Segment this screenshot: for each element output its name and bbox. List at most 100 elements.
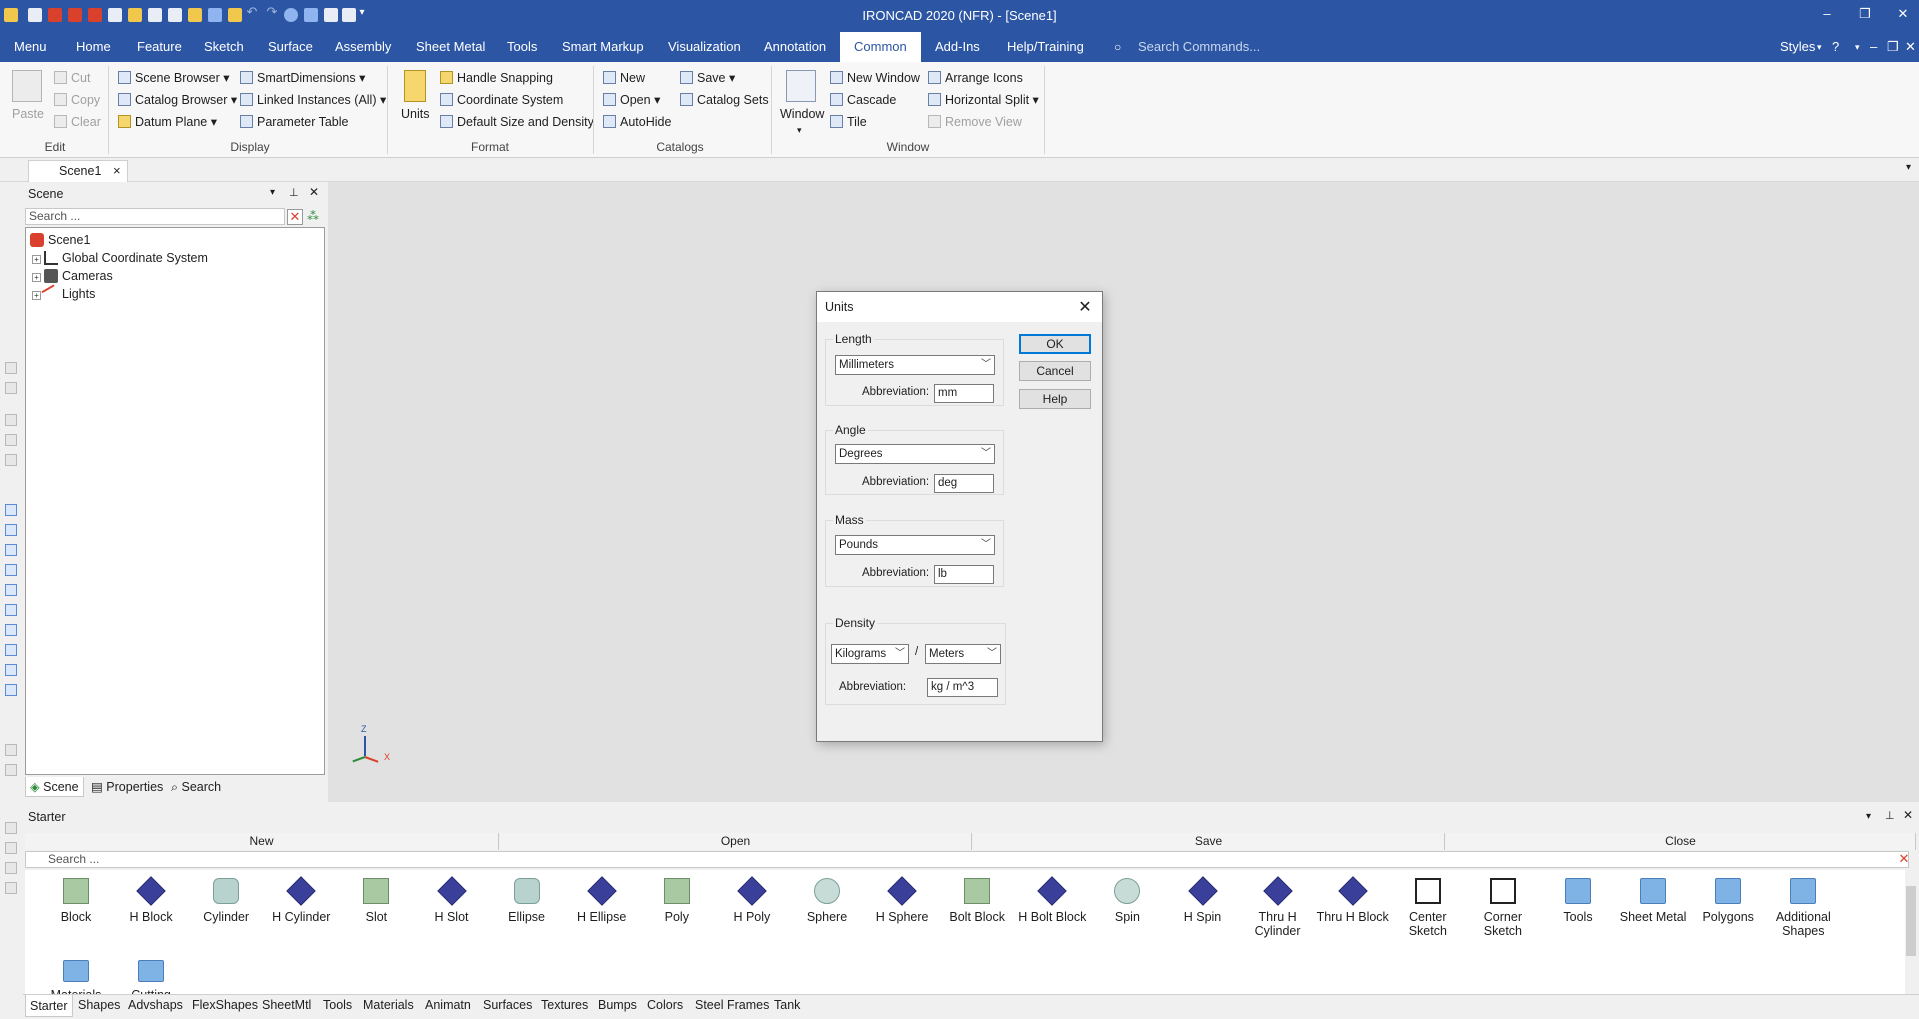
mass-unit-dropdown[interactable]: Pounds ﹀ bbox=[835, 535, 995, 555]
view-icon-4[interactable] bbox=[5, 564, 17, 576]
catalog-clear-search-icon[interactable]: ✕ bbox=[1896, 852, 1912, 868]
view-icon-7[interactable] bbox=[5, 624, 17, 636]
tree-item-lights[interactable]: + Lights bbox=[32, 284, 95, 304]
default-size-density-button[interactable]: Default Size and Density bbox=[440, 112, 594, 132]
units-button[interactable]: Units bbox=[401, 104, 429, 124]
catalog-tab-steel-frames[interactable]: Steel Frames bbox=[695, 998, 769, 1012]
catalog-browser-button[interactable]: Catalog Browser ▾ bbox=[118, 90, 237, 110]
paste-icon[interactable] bbox=[12, 70, 42, 102]
dialog-close-icon[interactable]: ✕ bbox=[1076, 297, 1094, 317]
catalog-tab-sheetmtl[interactable]: SheetMtl bbox=[262, 998, 311, 1012]
catalog-item-h-spin[interactable]: H Spin bbox=[1166, 876, 1240, 924]
catalog-item-center-sketch[interactable]: Center Sketch bbox=[1391, 878, 1465, 938]
remove-view-button[interactable]: Remove View bbox=[928, 112, 1022, 132]
restore-icon[interactable]: – bbox=[1868, 32, 1879, 62]
measure-icon[interactable] bbox=[5, 744, 17, 756]
datum-plane-button[interactable]: Datum Plane ▾ bbox=[118, 112, 217, 132]
catalog-item-ellipse[interactable]: Ellipse bbox=[490, 878, 564, 924]
sketch-arc-icon[interactable] bbox=[5, 842, 17, 854]
catalog-item-sheet-metal[interactable]: Sheet Metal bbox=[1616, 878, 1690, 924]
length-abbreviation-input[interactable]: mm bbox=[934, 384, 994, 403]
panel-tab-properties[interactable]: ▤ Properties bbox=[91, 777, 163, 797]
handle-snapping-button[interactable]: Handle Snapping bbox=[440, 68, 553, 88]
tab-visualization[interactable]: Visualization bbox=[666, 32, 743, 62]
catalog-item-thru-h-cylinder[interactable]: Thru H Cylinder bbox=[1241, 876, 1315, 938]
styles-dropdown-icon[interactable]: ▾ bbox=[1815, 32, 1824, 62]
arrange-icons-button[interactable]: Arrange Icons bbox=[928, 68, 1023, 88]
catalog-tab-animatn[interactable]: Animatn bbox=[425, 998, 471, 1012]
tool-icon-3[interactable] bbox=[5, 414, 17, 426]
tab-sheet-metal[interactable]: Sheet Metal bbox=[414, 32, 487, 62]
catalog-tab-materials[interactable]: Materials bbox=[363, 998, 414, 1012]
tab-surface[interactable]: Surface bbox=[266, 32, 315, 62]
catalog-item-poly[interactable]: Poly bbox=[640, 878, 714, 924]
catalog-item-block[interactable]: Block bbox=[39, 878, 113, 924]
catalog-item-h-slot[interactable]: H Slot bbox=[415, 876, 489, 924]
tree-item-scene1[interactable]: Scene1 bbox=[30, 232, 90, 249]
view-icon-10[interactable] bbox=[5, 684, 17, 696]
catalog-tab-flexshapes[interactable]: FlexShapes bbox=[192, 998, 258, 1012]
catalog-tab-colors[interactable]: Colors bbox=[647, 998, 683, 1012]
minimize-button[interactable]: – bbox=[1817, 6, 1837, 26]
new-window-button[interactable]: New Window bbox=[830, 68, 920, 88]
maximize-button[interactable]: ❐ bbox=[1855, 6, 1875, 26]
catalog-item-h-cylinder[interactable]: H Cylinder bbox=[264, 876, 338, 924]
tab-help-training[interactable]: Help/Training bbox=[1005, 32, 1086, 62]
doc-maximize-icon[interactable]: ❐ bbox=[1885, 32, 1901, 62]
expand-icon[interactable]: + bbox=[32, 291, 41, 300]
section-icon[interactable] bbox=[5, 764, 17, 776]
copy-button[interactable]: Copy bbox=[54, 90, 100, 110]
scene-browser-button[interactable]: Scene Browser ▾ bbox=[118, 68, 230, 88]
angle-abbreviation-input[interactable]: deg bbox=[934, 474, 994, 493]
window-dropdown-icon[interactable]: ▾ bbox=[797, 120, 802, 140]
catalog-new-cell[interactable]: New bbox=[25, 833, 499, 850]
tab-menu[interactable]: Menu bbox=[12, 32, 49, 62]
sketch-pen-icon[interactable] bbox=[5, 882, 17, 894]
density-abbreviation-input[interactable]: kg / m^3 bbox=[927, 678, 998, 697]
catalog-tab-tank[interactable]: Tank bbox=[774, 998, 800, 1012]
tool-icon-1[interactable] bbox=[5, 362, 17, 374]
cancel-button[interactable]: Cancel bbox=[1019, 361, 1091, 381]
catalog-close-cell[interactable]: Close bbox=[1446, 833, 1916, 850]
catalog-item-additional-shapes[interactable]: Additional Shapes bbox=[1766, 878, 1840, 938]
tab-annotation[interactable]: Annotation bbox=[762, 32, 828, 62]
catalog-item-polygons[interactable]: Polygons bbox=[1691, 878, 1765, 924]
help-dropdown-icon[interactable]: ▾ bbox=[1853, 32, 1862, 62]
catalog-item-sphere[interactable]: Sphere bbox=[790, 878, 864, 924]
styles-menu[interactable]: Styles bbox=[1778, 32, 1817, 62]
window-icon[interactable] bbox=[786, 70, 816, 102]
catalog-menu-icon[interactable]: ▾ bbox=[1866, 811, 1871, 822]
catalog-tab-tools[interactable]: Tools bbox=[323, 998, 352, 1012]
catalog-item-h-block[interactable]: H Block bbox=[114, 876, 188, 924]
help-icon[interactable]: ? bbox=[1830, 32, 1841, 62]
tile-button[interactable]: Tile bbox=[830, 112, 867, 132]
horizontal-split-button[interactable]: Horizontal Split ▾ bbox=[928, 90, 1039, 110]
view-icon-8[interactable] bbox=[5, 644, 17, 656]
catalog-item-h-ellipse[interactable]: H Ellipse bbox=[565, 876, 639, 924]
catalog-tab-bumps[interactable]: Bumps bbox=[598, 998, 637, 1012]
ok-button[interactable]: OK bbox=[1019, 334, 1091, 354]
catalog-item-slot[interactable]: Slot bbox=[339, 878, 413, 924]
catalog-search-input[interactable]: Search ... bbox=[25, 851, 1909, 868]
document-tab-close-icon[interactable]: × bbox=[113, 163, 121, 178]
clear-search-icon[interactable]: ✕ bbox=[287, 209, 303, 225]
catalog-scrollbar-thumb[interactable] bbox=[1906, 886, 1916, 956]
tab-smart-markup[interactable]: Smart Markup bbox=[560, 32, 646, 62]
catalog-tab-textures[interactable]: Textures bbox=[541, 998, 588, 1012]
catalog-tab-starter[interactable]: Starter bbox=[25, 995, 73, 1017]
tab-assembly[interactable]: Assembly bbox=[333, 32, 393, 62]
doc-close-icon[interactable]: ✕ bbox=[1903, 32, 1918, 62]
tab-tools[interactable]: Tools bbox=[505, 32, 539, 62]
catalog-item-thru-h-block[interactable]: Thru H Block bbox=[1316, 876, 1390, 924]
angle-unit-dropdown[interactable]: Degrees ﹀ bbox=[835, 444, 995, 464]
sketch-circle-icon[interactable] bbox=[5, 862, 17, 874]
catalog-item-h-poly[interactable]: H Poly bbox=[715, 876, 789, 924]
tree-item-global-coordinate-system[interactable]: + Global Coordinate System bbox=[32, 250, 208, 267]
catalog-pin-icon[interactable]: ⊥ bbox=[1885, 809, 1895, 822]
pin-icon[interactable]: ⊥ bbox=[289, 186, 299, 199]
clear-button[interactable]: Clear bbox=[54, 112, 101, 132]
catalog-item-bolt-block[interactable]: Bolt Block bbox=[940, 878, 1014, 924]
tab-home[interactable]: Home bbox=[74, 32, 113, 62]
close-button[interactable]: ✕ bbox=[1893, 6, 1913, 26]
autohide-button[interactable]: AutoHide bbox=[603, 112, 671, 132]
